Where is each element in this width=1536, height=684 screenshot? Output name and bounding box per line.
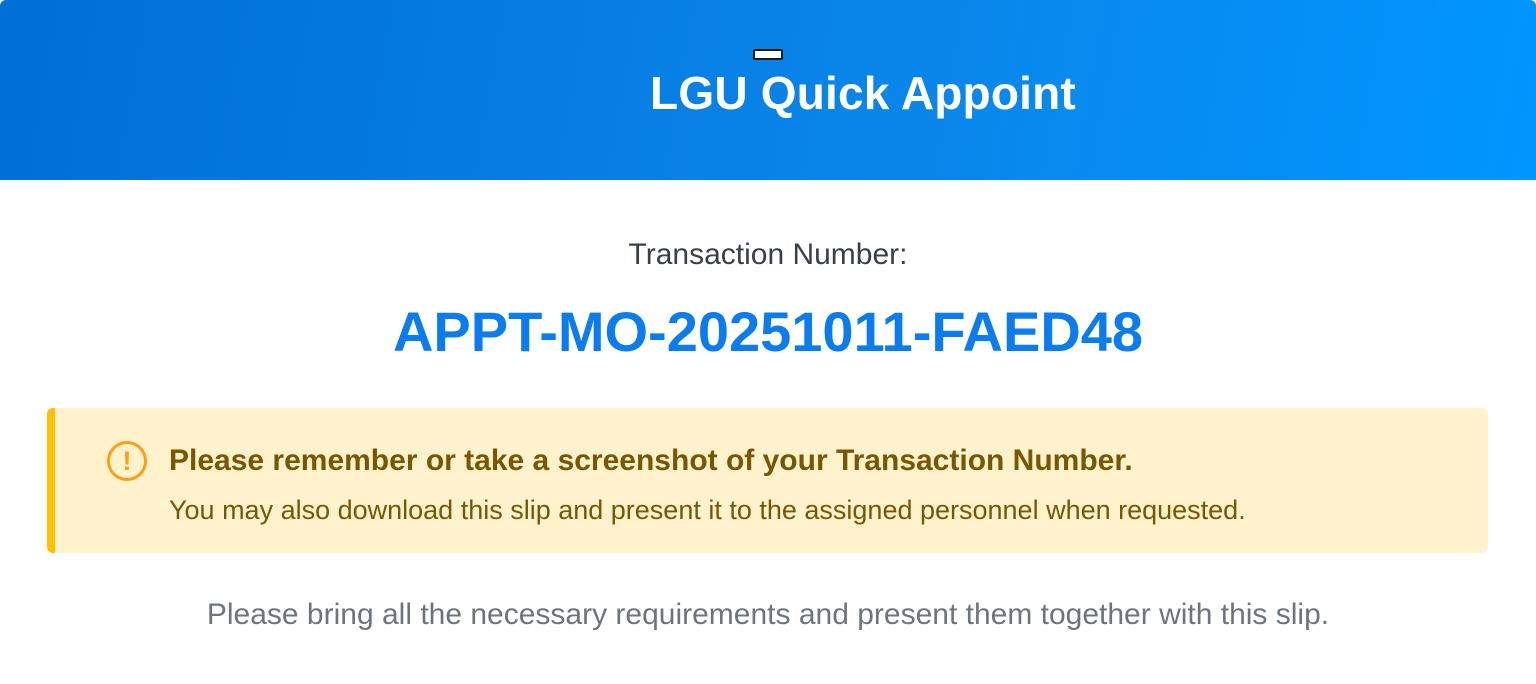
app-title: LGU Quick Appoint [650,67,1076,119]
alert-title: Please remember or take a screenshot of … [169,444,1133,477]
slip-content: Transaction Number: APPT-MO-20251011-FAE… [0,180,1536,684]
alert-body: You may also download this slip and pres… [169,495,1246,525]
app-header: LGU Quick Appoint [0,0,1536,180]
logo-icon [753,49,783,60]
warning-alert: ! Please remember or take a screenshot o… [47,408,1488,553]
transaction-number-label: Transaction Number: [628,238,908,271]
exclamation-circle-icon: ! [107,441,147,481]
requirements-note: Please bring all the necessary requireme… [206,598,1330,631]
transaction-number-value: APPT-MO-20251011-FAED48 [392,300,1144,363]
